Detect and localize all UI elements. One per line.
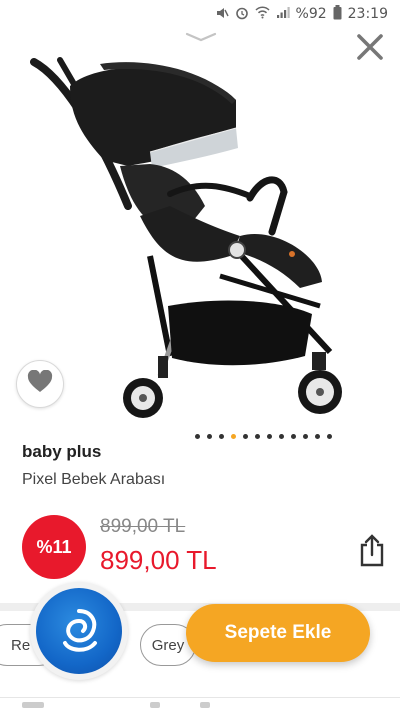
carousel-dot[interactable] bbox=[303, 434, 308, 439]
alarm-icon bbox=[235, 6, 249, 23]
carousel-dot[interactable] bbox=[207, 434, 212, 439]
mute-icon bbox=[215, 6, 229, 23]
signal-icon bbox=[276, 6, 290, 22]
carousel-dot[interactable] bbox=[279, 434, 284, 439]
product-detail-screen: %92 23:19 baby plus Pixel Bebek Arabası … bbox=[0, 0, 400, 711]
carousel-dot[interactable] bbox=[315, 434, 320, 439]
carousel-dot-active[interactable] bbox=[231, 434, 236, 439]
assistant-logo-icon bbox=[36, 588, 122, 674]
add-to-cart-button[interactable]: Sepete Ekle bbox=[186, 604, 370, 662]
status-bar: %92 23:19 bbox=[0, 0, 400, 28]
clock: 23:19 bbox=[347, 6, 388, 22]
carousel-dot[interactable] bbox=[327, 434, 332, 439]
carousel-dot[interactable] bbox=[243, 434, 248, 439]
heart-icon bbox=[27, 369, 53, 399]
brand-name[interactable]: baby plus bbox=[22, 442, 101, 462]
chevron-down-icon[interactable] bbox=[184, 28, 218, 46]
carousel-dot[interactable] bbox=[267, 434, 272, 439]
carousel-dot[interactable] bbox=[291, 434, 296, 439]
current-price: 899,00 TL bbox=[100, 545, 217, 575]
carousel-dot[interactable] bbox=[255, 434, 260, 439]
share-icon[interactable] bbox=[358, 533, 386, 567]
carousel-dot[interactable] bbox=[195, 434, 200, 439]
carousel-indicator bbox=[195, 434, 332, 439]
product-name: Pixel Bebek Arabası bbox=[22, 471, 166, 488]
favorite-button[interactable] bbox=[16, 360, 64, 408]
wifi-icon bbox=[254, 6, 270, 22]
old-price: 899,00 TL bbox=[100, 516, 186, 537]
discount-badge: %11 bbox=[22, 515, 86, 579]
battery-icon bbox=[333, 5, 342, 23]
assistant-button[interactable] bbox=[30, 582, 128, 680]
carousel-dot[interactable] bbox=[219, 434, 224, 439]
battery-percentage: %92 bbox=[295, 6, 327, 22]
next-section-peek bbox=[0, 697, 400, 711]
